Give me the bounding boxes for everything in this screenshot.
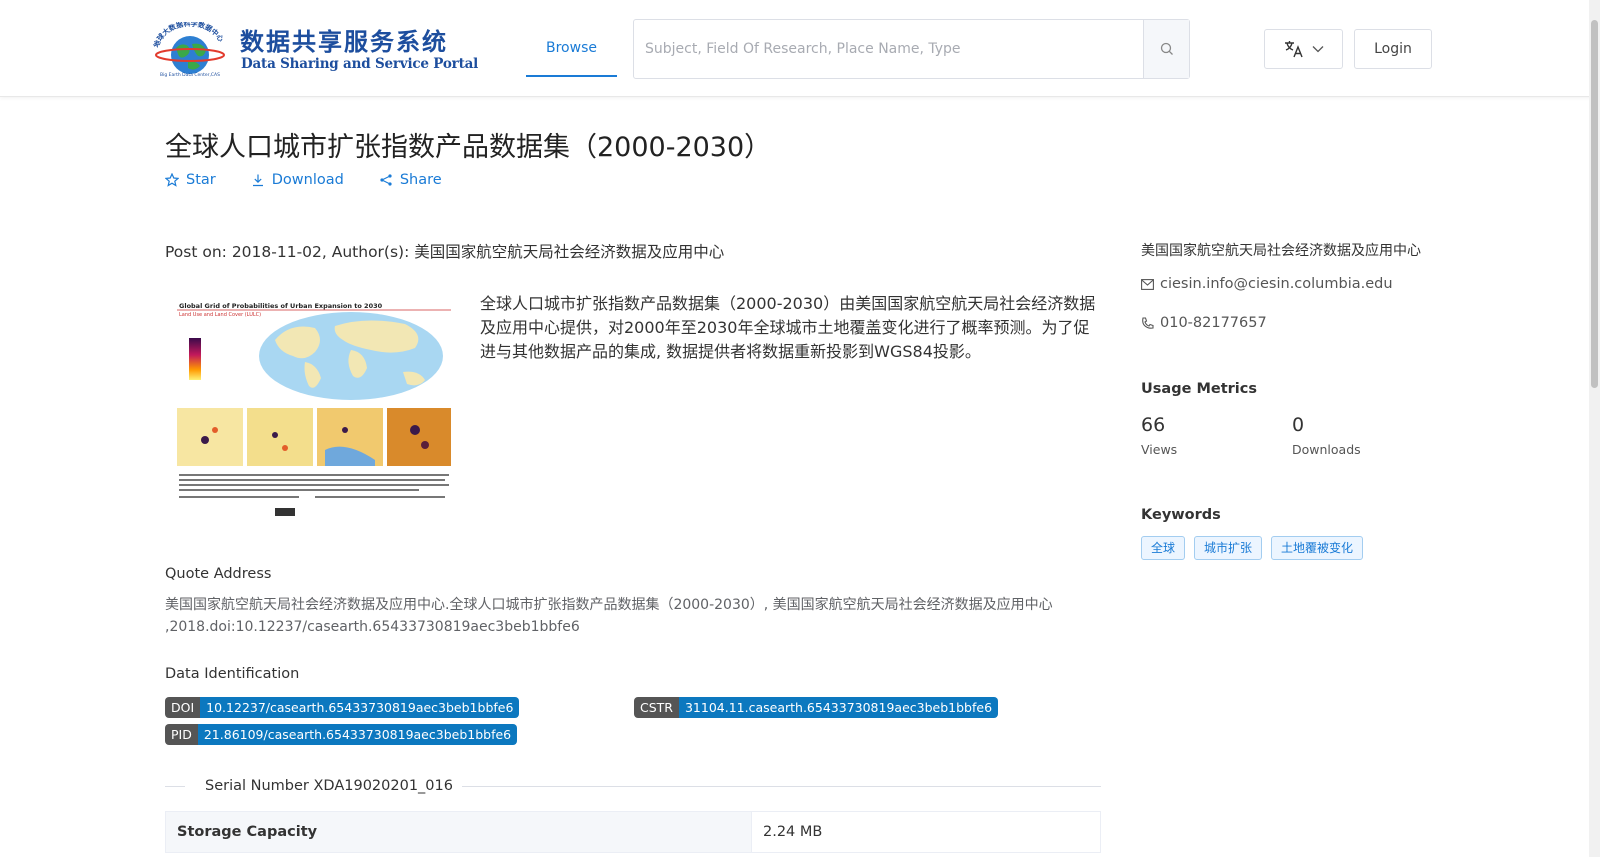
quote-address-text: 美国国家航空航天局社会经济数据及应用中心.全球人口城市扩张指数产品数据集（200… xyxy=(165,597,1053,635)
provider-name: 美国国家航空航天局社会经济数据及应用中心 xyxy=(1141,243,1421,259)
cstr-tag-value: 31104.11.casearth.65433730819aec3beb1bbf… xyxy=(678,697,999,718)
download-label: Download xyxy=(271,172,344,188)
keyword-tag[interactable]: 全球 xyxy=(1141,536,1186,560)
divider xyxy=(165,786,185,787)
search-input[interactable] xyxy=(634,20,1143,78)
serial-number: Serial Number XDA19020201_016 xyxy=(205,778,453,794)
star-label: Star xyxy=(186,172,216,188)
nav-browse-tab[interactable]: Browse xyxy=(526,0,617,77)
post-info: Post on: 2018-11-02, Author(s): 美国国家航空航天… xyxy=(165,243,725,261)
dataset-actions: Star Download Share xyxy=(165,172,477,188)
table-header-cell: Storage Capacity xyxy=(166,812,752,852)
mail-icon xyxy=(1141,278,1154,290)
share-label: Share xyxy=(399,172,442,188)
cstr-tag[interactable]: CSTR 31104.11.casearth.65433730819aec3be… xyxy=(634,697,999,718)
phone-text: 010-82177657 xyxy=(1160,315,1267,331)
doi-tag-key: DOI xyxy=(165,697,201,718)
keywords-heading: Keywords xyxy=(1141,507,1221,523)
top-header: 地球大数据科学数据中心 Big Earth Data Center,CAS 数据… xyxy=(0,0,1600,97)
svg-text:Global Grid of Probabilities o: Global Grid of Probabilities of Urban Ex… xyxy=(179,302,383,310)
logo-title-cn: 数据共享服务系统 xyxy=(240,28,448,56)
globe-logo-icon: 地球大数据科学数据中心 Big Earth Data Center,CAS xyxy=(152,22,226,78)
table-value-cell: 2.24 MB xyxy=(763,824,823,840)
provider-email[interactable]: ciesin.info@ciesin.columbia.edu xyxy=(1141,276,1393,292)
table-row: Storage Capacity 2.24 MB xyxy=(166,812,1100,853)
email-text: ciesin.info@ciesin.columbia.edu xyxy=(1160,276,1393,292)
svg-text:Big Earth Data Center,CAS: Big Earth Data Center,CAS xyxy=(160,72,220,78)
views-metric: 66 Views xyxy=(1141,414,1177,457)
svg-text:Land Use and Land Cover (LULC): Land Use and Land Cover (LULC) xyxy=(179,312,261,318)
download-icon xyxy=(252,174,263,187)
data-identification-heading: Data Identification xyxy=(165,666,300,682)
doi-tag[interactable]: DOI 10.12237/casearth.65433730819aec3beb… xyxy=(165,697,520,718)
provider-phone: 010-82177657 xyxy=(1141,315,1267,331)
doi-tag-value: 10.12237/casearth.65433730819aec3beb1bbf… xyxy=(200,697,520,718)
search-icon xyxy=(1160,42,1173,55)
pid-tag[interactable]: PID 21.86109/casearth.65433730819aec3beb… xyxy=(165,724,518,745)
downloads-label: Downloads xyxy=(1292,442,1361,457)
search-button[interactable] xyxy=(1143,20,1189,78)
star-icon xyxy=(165,173,179,187)
downloads-metric: 0 Downloads xyxy=(1292,414,1361,457)
login-button[interactable]: Login xyxy=(1354,29,1432,69)
thumbnail-map-image: Global Grid of Probabilities of Urban Ex… xyxy=(175,300,453,526)
logo-title-en: Data Sharing and Service Portal xyxy=(241,56,479,72)
language-switch-button[interactable] xyxy=(1264,29,1343,69)
pid-tag-key: PID xyxy=(165,724,198,745)
scrollbar-thumb[interactable] xyxy=(1591,20,1598,388)
keyword-tag[interactable]: 土地覆被变化 xyxy=(1271,536,1364,560)
phone-icon xyxy=(1142,316,1154,329)
downloads-count: 0 xyxy=(1292,414,1305,436)
translate-icon xyxy=(1284,41,1303,58)
usage-metrics-heading: Usage Metrics xyxy=(1141,381,1257,397)
search-box xyxy=(633,19,1190,79)
download-button[interactable]: Download xyxy=(251,172,344,188)
keyword-tag[interactable]: 城市扩张 xyxy=(1194,536,1263,560)
pid-tag-value: 21.86109/casearth.65433730819aec3beb1bbf… xyxy=(197,724,518,745)
dataset-thumbnail[interactable]: Global Grid of Probabilities of Urban Ex… xyxy=(175,300,453,526)
quote-address-heading: Quote Address xyxy=(165,566,272,582)
site-logo[interactable]: 地球大数据科学数据中心 Big Earth Data Center,CAS 数据… xyxy=(152,20,478,80)
dataset-description: 全球人口城市扩张指数产品数据集（2000-2030）由美国国家航空航天局社会经济… xyxy=(480,294,1096,361)
views-count: 66 xyxy=(1141,414,1166,436)
views-label: Views xyxy=(1141,442,1178,457)
divider xyxy=(462,786,1101,787)
share-button[interactable]: Share xyxy=(379,172,442,188)
dataset-title: 全球人口城市扩张指数产品数据集（2000-2030） xyxy=(165,132,772,163)
keyword-list: 全球 城市扩张 土地覆被变化 xyxy=(1141,536,1364,560)
metadata-table: Storage Capacity 2.24 MB xyxy=(165,811,1101,853)
share-icon xyxy=(380,174,392,186)
chevron-down-icon xyxy=(1312,46,1323,53)
star-button[interactable]: Star xyxy=(165,172,216,188)
cstr-tag-key: CSTR xyxy=(634,697,679,718)
